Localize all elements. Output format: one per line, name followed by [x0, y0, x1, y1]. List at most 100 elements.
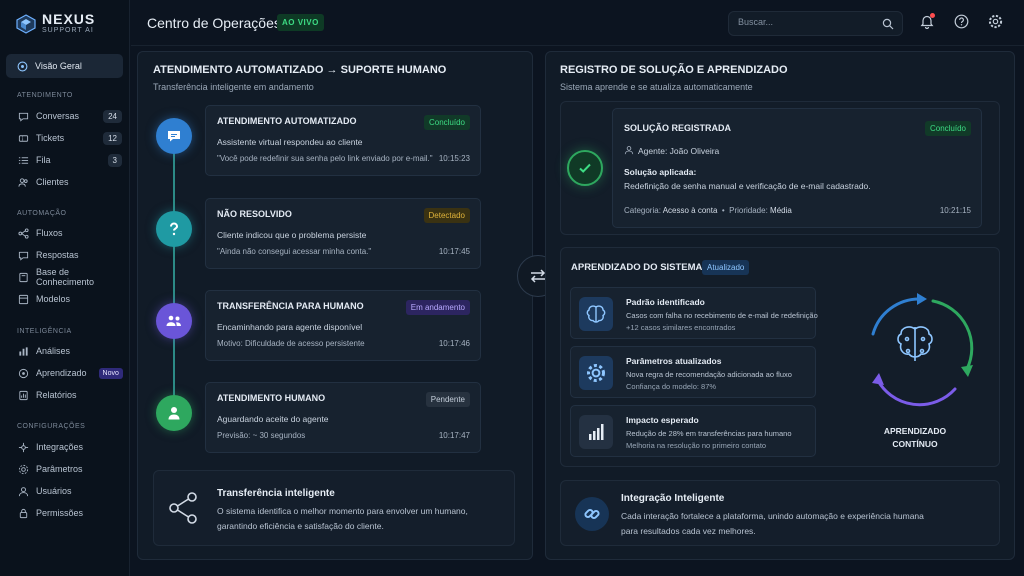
reply-icon — [18, 251, 29, 261]
status-badge: Atualizado — [702, 260, 750, 275]
step-4-circle — [156, 395, 192, 431]
list-icon — [18, 156, 29, 164]
sidebar-item-modelos[interactable]: Modelos — [18, 291, 122, 307]
brand-name: NEXUS — [42, 11, 96, 27]
search-box[interactable] — [728, 11, 903, 36]
new-badge: Novo — [98, 367, 123, 379]
chat-bubble-icon — [168, 131, 180, 142]
sidebar-item-permissoes[interactable]: Permissões — [18, 505, 122, 521]
learning-item-line2: +12 casos similares encontrados — [626, 323, 736, 332]
integration-info-box: Integração Inteligente Cada interação fo… — [560, 480, 1000, 546]
link-icon-circle — [575, 497, 609, 531]
share-nodes-icon — [169, 492, 197, 524]
transfer-info-box: Transferência inteligente O sistema iden… — [153, 470, 515, 546]
sidebar-item-label: Conversas — [36, 111, 80, 121]
notification-dot — [930, 13, 935, 18]
sidebar-item-usuarios[interactable]: Usuários — [18, 483, 122, 499]
step-card-nao-resolvido[interactable]: NÃO RESOLVIDO Detectado Cliente indicou … — [205, 198, 481, 269]
search-icon[interactable] — [882, 18, 894, 30]
bar-chart-icon — [19, 346, 28, 356]
sidebar-item-integracoes[interactable]: Integrações — [18, 439, 122, 455]
sidebar-item-clientes[interactable]: Clientes — [18, 174, 122, 190]
gear-icon-box — [579, 356, 613, 390]
right-panel-title: REGISTRO DE SOLUÇÃO E APRENDIZADO — [560, 64, 788, 76]
check-icon — [579, 163, 591, 173]
settings-icon[interactable] — [988, 14, 1003, 29]
cycle-label-line1: APRENDIZADO — [883, 426, 947, 436]
sidebar-item-label: Tickets — [36, 133, 65, 143]
integration-text-line2: para resultados cada vez melhores. — [621, 526, 756, 536]
question-icon — [170, 222, 179, 236]
sidebar-item-tickets[interactable]: Tickets 12 — [18, 130, 122, 146]
sidebar-item-label: Usuários — [36, 486, 72, 496]
sidebar-item-fluxos[interactable]: Fluxos — [18, 225, 122, 241]
template-icon — [18, 294, 29, 304]
help-icon[interactable] — [954, 14, 969, 29]
sidebar-item-respostas[interactable]: Respostas — [18, 247, 122, 263]
sidebar-section-automacao: AUTOMAÇÃO — [17, 210, 67, 217]
solution-agent: Agente: João Oliveira — [638, 146, 720, 156]
book-icon — [19, 272, 28, 282]
cycle-label-line2: CONTÍNUO — [892, 439, 938, 449]
solution-time: 10:21:15 — [939, 206, 971, 215]
step-detail: "Ainda não consegui acessar minha conta.… — [217, 247, 372, 256]
sidebar-item-relatorios[interactable]: Relatórios — [18, 387, 122, 403]
learning-item-padrao[interactable]: Padrão identificado Casos com falha no r… — [570, 287, 818, 339]
info-text-line2: garantindo eficiência e satisfação do cl… — [217, 521, 384, 531]
sidebar-section-configuracoes: CONFIGURAÇÕES — [17, 423, 86, 430]
sidebar-item-visao-geral[interactable]: Visão Geral — [6, 54, 123, 78]
plug-icon — [18, 442, 29, 452]
sidebar-item-label: Aprendizado — [36, 368, 87, 378]
count-badge: 24 — [103, 109, 122, 123]
solution-card[interactable]: SOLUÇÃO REGISTRADA Concluído Agente: Joã… — [612, 108, 982, 228]
search-input[interactable] — [738, 17, 878, 27]
sidebar-item-base-conhecimento[interactable]: Base de Conhecimento — [18, 267, 122, 287]
step-time: 10:17:47 — [438, 431, 470, 440]
step-title: ATENDIMENTO HUMANO — [217, 393, 326, 403]
learning-item-parametros[interactable]: Parâmetros atualizados Nova regra de rec… — [570, 346, 816, 398]
sidebar-item-label: Fila — [36, 155, 51, 165]
solution-category: Categoria: Acesso à conta • Prioridade: … — [624, 206, 792, 215]
user-icon — [18, 486, 29, 496]
step-3-circle — [156, 303, 192, 339]
learning-item-line1: Nova regra de recomendação adicionada ao… — [626, 370, 792, 379]
top-header: Centro de Operações AO VIVO — [131, 0, 1024, 46]
sidebar: NEXUS SUPPORT AI Visão Geral ATENDIMENTO… — [0, 0, 130, 576]
grid-icon — [17, 61, 28, 71]
learning-item-line2: Confiança do modelo: 87% — [626, 382, 717, 391]
solution-applied-text: Redefinição de senha manual e verificaçã… — [624, 181, 871, 191]
sidebar-item-label: Respostas — [36, 250, 79, 260]
step-card-atendimento-humano[interactable]: ATENDIMENTO HUMANO Pendente Aguardando a… — [205, 382, 481, 453]
count-badge: 3 — [107, 153, 122, 167]
chart-icon-box — [579, 415, 613, 449]
sidebar-item-conversas[interactable]: Conversas 24 — [18, 108, 122, 124]
learning-cycle-label: APRENDIZADO CONTÍNUO — [862, 425, 968, 451]
users-icon — [18, 177, 28, 187]
brand[interactable]: NEXUS SUPPORT AI — [16, 12, 95, 35]
count-badge: 12 — [103, 131, 122, 145]
step-title: ATENDIMENTO AUTOMATIZADO — [217, 116, 357, 126]
flow-icon — [18, 227, 29, 239]
learning-item-title: Impacto esperado — [626, 415, 699, 425]
status-badge: Concluído — [423, 115, 470, 130]
status-badge: Pendente — [425, 392, 470, 407]
learning-item-line1: Redução de 28% em transferências para hu… — [626, 429, 792, 438]
sidebar-item-fila[interactable]: Fila 3 — [18, 152, 122, 168]
learning-item-impacto[interactable]: Impacto esperado Redução de 28% em trans… — [570, 405, 816, 457]
right-panel-subtitle: Sistema aprende e se atualiza automatica… — [560, 82, 753, 92]
status-badge: Detectado — [423, 208, 470, 223]
step-description: Cliente indicou que o problema persiste — [217, 230, 367, 240]
lock-icon — [19, 508, 28, 518]
sidebar-item-parametros[interactable]: Parâmetros — [18, 461, 122, 477]
learning-item-title: Parâmetros atualizados — [626, 356, 722, 366]
brand-subtitle: SUPPORT AI — [42, 27, 94, 34]
step-card-transferencia[interactable]: TRANSFERÊNCIA PARA HUMANO Em andamento E… — [205, 290, 481, 361]
sidebar-item-label: Fluxos — [36, 228, 63, 238]
step-card-atendimento-automatizado[interactable]: ATENDIMENTO AUTOMATIZADO Concluído Assis… — [205, 105, 481, 176]
sidebar-item-analises[interactable]: Análises — [18, 343, 122, 359]
status-badge: Em andamento — [405, 300, 470, 315]
step-detail: Motivo: Dificuldade de acesso persistent… — [217, 339, 365, 348]
sidebar-item-aprendizado[interactable]: Aprendizado Novo — [18, 365, 123, 381]
ticket-icon — [18, 134, 29, 142]
learning-item-title: Padrão identificado — [626, 297, 705, 307]
